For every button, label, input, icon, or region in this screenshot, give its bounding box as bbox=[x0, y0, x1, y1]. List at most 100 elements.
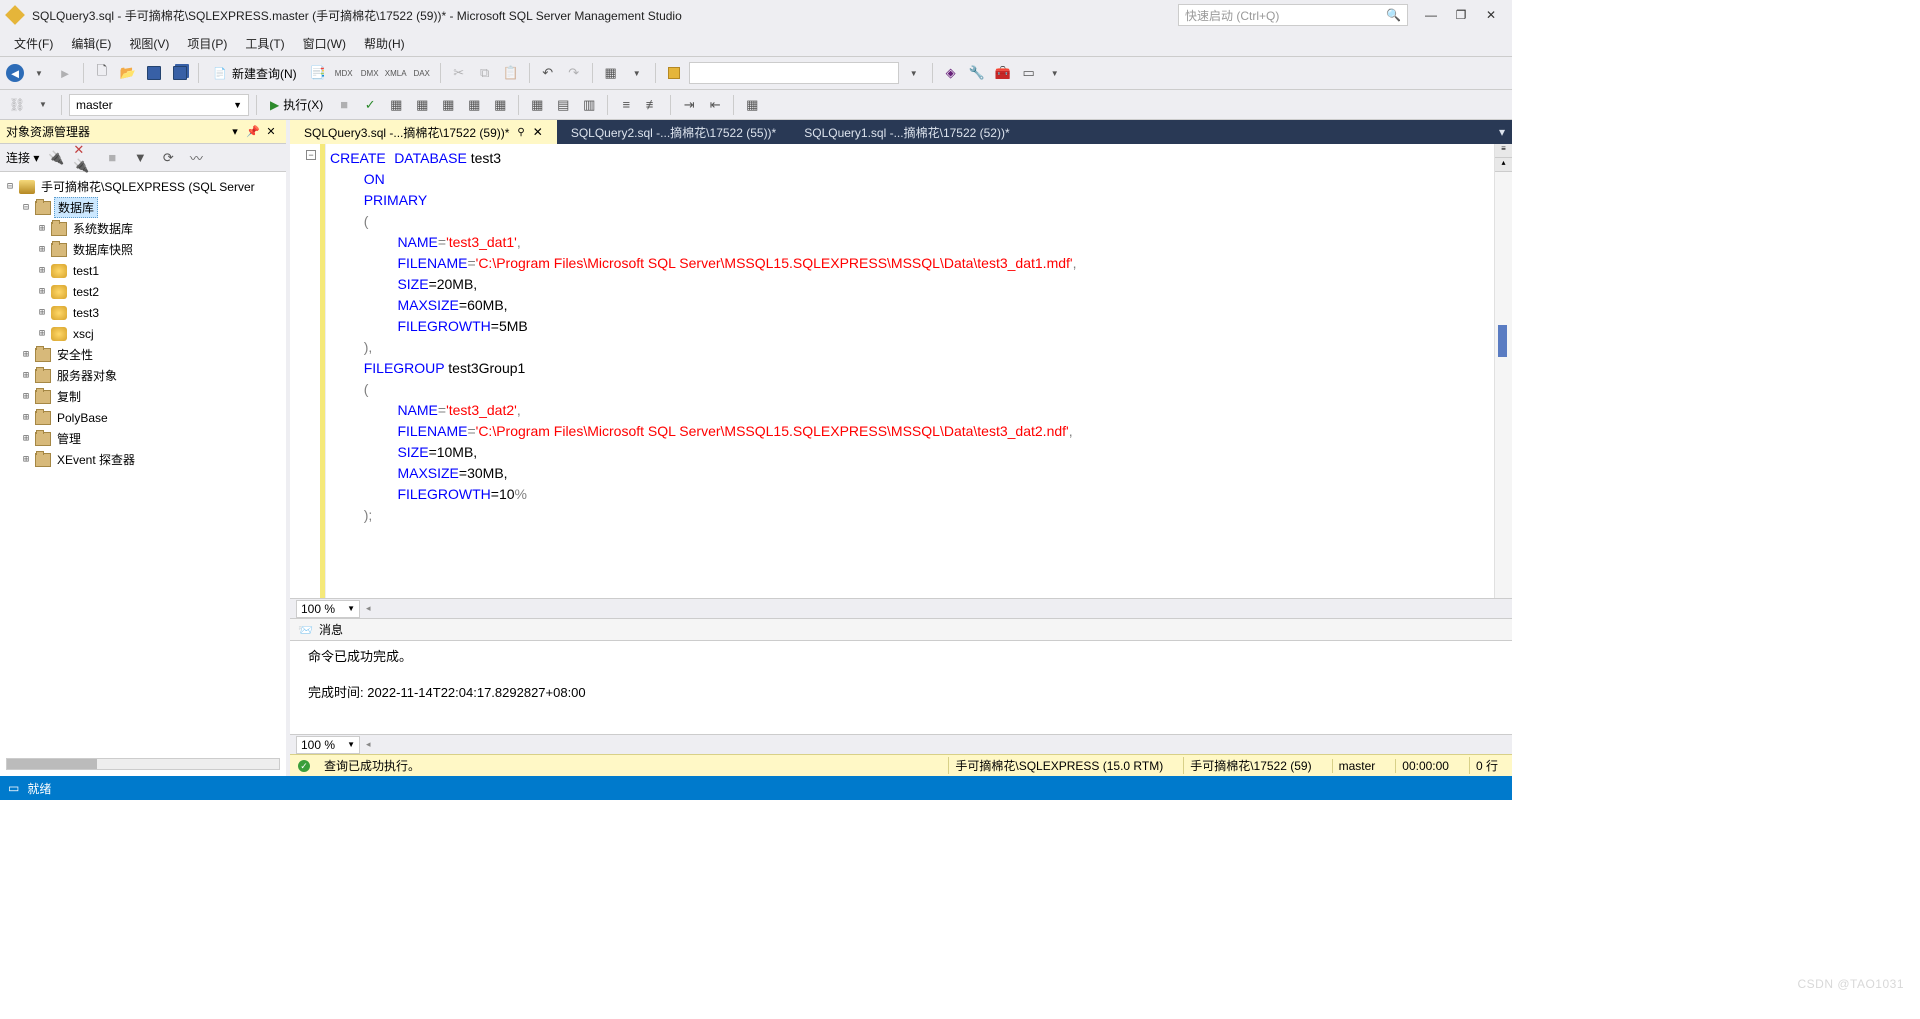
nav-back-button[interactable]: ◄ bbox=[6, 64, 24, 82]
save-button[interactable] bbox=[143, 62, 165, 84]
disconnect-icon[interactable]: ✕🔌 bbox=[73, 147, 95, 169]
split-icon[interactable]: ≡ bbox=[1495, 144, 1512, 158]
parse-button[interactable]: ✓ bbox=[359, 94, 381, 116]
element-dropdown[interactable]: ▼ bbox=[1044, 62, 1066, 84]
undo-button[interactable]: ↶ bbox=[537, 62, 559, 84]
new-query-button[interactable]: 📄 新建查询(N) bbox=[206, 62, 303, 84]
tree-databases[interactable]: 数据库 bbox=[54, 197, 98, 218]
vs-button[interactable]: ◈ bbox=[940, 62, 962, 84]
de-button[interactable]: 📑 bbox=[307, 62, 329, 84]
menu-tools[interactable]: 工具(T) bbox=[237, 32, 292, 55]
tree-polybase[interactable]: PolyBase bbox=[54, 410, 111, 426]
code-text[interactable]: CREATE DATABASE test3 ON PRIMARY ( NAME=… bbox=[326, 144, 1494, 598]
dmx-button[interactable]: DMX bbox=[359, 62, 381, 84]
tree-xevent[interactable]: XEvent 探查器 bbox=[54, 450, 138, 469]
activity-monitor-button[interactable] bbox=[663, 62, 685, 84]
include-plan-button[interactable]: ▦ bbox=[437, 94, 459, 116]
live-stats-button[interactable]: ▦ bbox=[489, 94, 511, 116]
menu-edit[interactable]: 编辑(E) bbox=[63, 32, 119, 55]
refresh-icon[interactable]: ⟳ bbox=[157, 147, 179, 169]
tree-db-snapshots[interactable]: 数据库快照 bbox=[70, 240, 136, 259]
open-file-button[interactable]: 📂 bbox=[117, 62, 139, 84]
est-plan-button[interactable]: ▦ bbox=[385, 94, 407, 116]
close-icon[interactable]: ✕ bbox=[533, 125, 543, 139]
close-button[interactable]: ✕ bbox=[1476, 4, 1506, 26]
results-grid-button[interactable]: ▦ bbox=[526, 94, 548, 116]
tab-overflow-button[interactable]: ▾ bbox=[1492, 120, 1512, 144]
properties-button[interactable]: ▦ bbox=[600, 62, 622, 84]
tree-management[interactable]: 管理 bbox=[54, 429, 84, 448]
close-icon[interactable]: ✕ bbox=[262, 123, 280, 141]
wrench-button[interactable]: 🔧 bbox=[966, 62, 988, 84]
tree-db-test2[interactable]: test2 bbox=[70, 284, 102, 300]
tab-sqlquery2[interactable]: SQLQuery2.sql -...摘棉花\17522 (55))* bbox=[557, 120, 790, 144]
object-explorer-scrollbar[interactable] bbox=[6, 758, 280, 770]
tree-server[interactable]: 手可摘棉花\SQLEXPRESS (SQL Server bbox=[38, 177, 258, 196]
tree-server-objects[interactable]: 服务器对象 bbox=[54, 366, 120, 385]
tree-security[interactable]: 安全性 bbox=[54, 345, 96, 364]
paste-button[interactable]: 📋 bbox=[500, 62, 522, 84]
tab-sqlquery3[interactable]: SQLQuery3.sql -...摘棉花\17522 (59))* ⚲ ✕ bbox=[290, 120, 557, 144]
connect-button[interactable]: 连接 ▾ bbox=[6, 149, 39, 166]
stop-button[interactable]: ■ bbox=[333, 94, 355, 116]
pulse-icon[interactable]: 〰 bbox=[185, 147, 207, 169]
find-input[interactable] bbox=[689, 62, 899, 84]
include-stats-button[interactable]: ▦ bbox=[463, 94, 485, 116]
zoom-selector[interactable]: 100 % ▼ bbox=[296, 600, 360, 618]
cut-button[interactable]: ✂ bbox=[448, 62, 470, 84]
results-file-button[interactable]: ▥ bbox=[578, 94, 600, 116]
uncomment-button[interactable]: ≢ bbox=[641, 94, 663, 116]
tree-db-test3[interactable]: test3 bbox=[70, 305, 102, 321]
quick-launch-input[interactable]: 快速启动 (Ctrl+Q) 🔍 bbox=[1178, 4, 1408, 26]
mdx-button[interactable]: MDX bbox=[333, 62, 355, 84]
dax-button[interactable]: DAX bbox=[411, 62, 433, 84]
properties-dropdown[interactable]: ▼ bbox=[626, 62, 648, 84]
tree-replication[interactable]: 复制 bbox=[54, 387, 84, 406]
connect-icon[interactable]: 🔌 bbox=[45, 147, 67, 169]
query-options-button[interactable]: ▦ bbox=[411, 94, 433, 116]
menu-help[interactable]: 帮助(H) bbox=[356, 32, 413, 55]
save-all-button[interactable] bbox=[169, 62, 191, 84]
dropdown-icon[interactable]: ▾ bbox=[226, 123, 244, 141]
outdent-button[interactable]: ⇤ bbox=[704, 94, 726, 116]
tree-db-test1[interactable]: test1 bbox=[70, 263, 102, 279]
execute-button[interactable]: ▶ 执行(X) bbox=[264, 94, 329, 116]
filter-icon[interactable]: ▼ bbox=[129, 147, 151, 169]
editor-overview-ruler[interactable]: ≡ ▴ bbox=[1494, 144, 1512, 598]
menu-project[interactable]: 项目(P) bbox=[179, 32, 235, 55]
nav-forward-button[interactable]: ► bbox=[54, 62, 76, 84]
redo-button[interactable]: ↷ bbox=[563, 62, 585, 84]
tree-system-databases[interactable]: 系统数据库 bbox=[70, 219, 136, 238]
xmla-button[interactable]: XMLA bbox=[385, 62, 407, 84]
pin-icon[interactable]: 📌 bbox=[244, 123, 262, 141]
pin-icon[interactable]: ⚲ bbox=[517, 127, 524, 138]
messages-tab[interactable]: 消息 bbox=[319, 621, 343, 638]
database-selector[interactable]: master ▼ bbox=[69, 94, 249, 116]
up-icon[interactable]: ▴ bbox=[1495, 158, 1512, 172]
tab-sqlquery1[interactable]: SQLQuery1.sql -...摘棉花\17522 (52))* bbox=[790, 120, 1023, 144]
specify-values-button[interactable]: ▦ bbox=[741, 94, 763, 116]
indent-button[interactable]: ⇥ bbox=[678, 94, 700, 116]
new-file-button[interactable]: 🗋 bbox=[91, 62, 113, 84]
collapse-toggle[interactable]: − bbox=[306, 150, 316, 160]
element-button[interactable]: ▭ bbox=[1018, 62, 1040, 84]
change-connection-dropdown[interactable]: ▼ bbox=[32, 94, 54, 116]
nav-back-dropdown[interactable]: ▼ bbox=[28, 62, 50, 84]
change-connection-button[interactable]: ⛓ bbox=[6, 94, 28, 116]
object-explorer-tree[interactable]: ⊟手可摘棉花\SQLEXPRESS (SQL Server ⊟数据库 ⊞系统数据… bbox=[0, 172, 286, 752]
messages-panel[interactable]: 命令已成功完成。 完成时间: 2022-11-14T22:04:17.82928… bbox=[290, 640, 1512, 734]
zoom-selector-bottom[interactable]: 100 % ▼ bbox=[296, 736, 360, 754]
results-text-button[interactable]: ▤ bbox=[552, 94, 574, 116]
comment-button[interactable]: ≡ bbox=[615, 94, 637, 116]
toolbox-button[interactable]: 🧰 bbox=[992, 62, 1014, 84]
copy-button[interactable]: ⧉ bbox=[474, 62, 496, 84]
tree-db-xscj[interactable]: xscj bbox=[70, 326, 97, 342]
menu-file[interactable]: 文件(F) bbox=[6, 32, 61, 55]
minimize-button[interactable]: — bbox=[1416, 4, 1446, 26]
menu-view[interactable]: 视图(V) bbox=[121, 32, 177, 55]
code-editor[interactable]: − CREATE DATABASE test3 ON PRIMARY ( NAM… bbox=[290, 144, 1512, 598]
menu-window[interactable]: 窗口(W) bbox=[295, 32, 354, 55]
stop-icon[interactable]: ■ bbox=[101, 147, 123, 169]
restore-button[interactable]: ❐ bbox=[1446, 4, 1476, 26]
find-dropdown[interactable]: ▼ bbox=[903, 62, 925, 84]
